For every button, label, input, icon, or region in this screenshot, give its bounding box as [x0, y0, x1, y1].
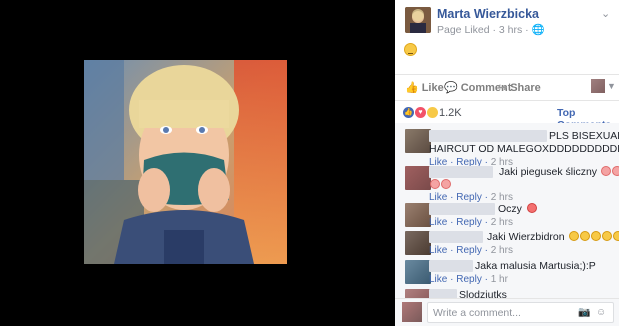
comment-reply-link[interactable]: Reply [456, 217, 482, 228]
like-button[interactable]: 👍 Like [405, 81, 444, 94]
comment-icon: 💬 [444, 82, 458, 94]
share-icon: ↪ [498, 82, 508, 94]
post-photo[interactable] [84, 60, 287, 264]
comment-like-link[interactable]: Like [429, 217, 447, 228]
commenter-name[interactable] [429, 130, 547, 142]
list-item: Jaki piegusek śliczny Like · Reply · 2 h… [395, 166, 619, 204]
avatar[interactable] [405, 260, 431, 284]
viewer-avatar [402, 302, 422, 322]
comment-reply-link[interactable]: Reply [456, 274, 482, 285]
wow-icon[interactable] [427, 107, 438, 118]
post-side-panel: Marta Wierzbicka Page Liked · 3 hrs · 🌐 … [395, 0, 619, 326]
comment-text: Jaka malusia Martusia;):P [475, 260, 596, 272]
chevron-down-icon[interactable]: ⌄ [601, 7, 610, 20]
author-avatar[interactable] [405, 7, 431, 33]
comment-actions: Like · Reply · 2 hrs [429, 217, 513, 228]
commenter-name[interactable] [429, 231, 483, 243]
photo-viewer [0, 0, 395, 326]
globe-icon: 🌐 [531, 24, 545, 36]
comment-text: Oczy [498, 203, 522, 215]
heart-icon [430, 179, 440, 189]
avatar[interactable] [405, 231, 431, 255]
smile-icon [601, 231, 612, 241]
comment-reply-link[interactable]: Reply [456, 245, 482, 256]
list-item: Oczy Like · Reply · 2 hrs [395, 203, 619, 231]
comment-text-row: Oczy [498, 203, 537, 215]
chevron-down-icon[interactable]: ▼ [607, 81, 616, 91]
comment-time: 2 hrs [490, 192, 513, 203]
comment-text-2: HAIRCUT OD MALEGOXDDDDDDDDDDD [429, 143, 619, 155]
thumbs-up-icon: 👍 [405, 82, 419, 94]
avatar[interactable] [405, 289, 431, 298]
comment-time: 2 hrs [490, 217, 513, 228]
smile-emoji-icon [404, 43, 417, 56]
avatar[interactable] [405, 129, 431, 153]
list-item: Slodziutks [395, 289, 619, 298]
comment-like-link[interactable]: Like [429, 245, 447, 256]
comment-input-placeholder: Write a comment... [433, 307, 521, 319]
post-actions: 👍 Like 💬 Comment ↪ Share ▼ [395, 74, 619, 98]
heart-icon [611, 166, 619, 176]
comment-text-row: Jaki Wierzbidron [487, 231, 619, 243]
avatar[interactable] [405, 166, 431, 190]
emoji-icon[interactable]: ☺ [596, 307, 606, 318]
post-header: Marta Wierzbicka Page Liked · 3 hrs · 🌐 … [395, 0, 619, 70]
comment-time: 2 hrs [490, 245, 513, 256]
comment-text: Jaki Wierzbidron [487, 231, 565, 243]
reactions-bar: 👍 ♥ 1.2K Top Comments ▾ [395, 100, 619, 143]
commenter-name[interactable] [429, 289, 457, 298]
smile-icon [612, 231, 619, 241]
comment-actions: Like · Reply · 1 hr [429, 274, 508, 285]
comment-actions: Like · Reply · 2 hrs [429, 245, 513, 256]
viewer-avatar[interactable] [591, 79, 605, 93]
smile-icon [590, 231, 601, 241]
comment-actions: Like · Reply · 2 hrs [429, 192, 513, 203]
comments-list: PLS BISEXUAL HAIRCUT OD MALEGOXDDDDDDDDD… [395, 123, 619, 298]
heart-icon [441, 179, 451, 189]
comment-like-link[interactable]: Like [429, 274, 447, 285]
commenter-name[interactable] [429, 260, 473, 272]
like-label: Like [421, 82, 444, 94]
list-item: PLS BISEXUAL HAIRCUT OD MALEGOXDDDDDDDDD… [395, 127, 619, 168]
avatar[interactable] [405, 203, 431, 227]
smile-icon [579, 231, 590, 241]
share-button[interactable]: ↪ Share [498, 81, 541, 94]
author-name[interactable]: Marta Wierzbicka [437, 7, 539, 21]
list-item: Jaka malusia Martusia;):P Like · Reply ·… [395, 260, 619, 288]
comment-text: Jaki piegusek śliczny [499, 166, 598, 178]
list-item: Jaki Wierzbidron Like · Reply · 2 hrs [395, 231, 619, 259]
comment-text-row: Jaki piegusek śliczny [499, 166, 619, 178]
post-meta-text: Page Liked · 3 hrs · [437, 24, 532, 36]
post-meta: Page Liked · 3 hrs · 🌐 [437, 23, 545, 36]
smile-icon [568, 231, 579, 241]
commenter-name[interactable] [429, 203, 495, 215]
heart-icon [600, 166, 611, 176]
comment-text-emoji [429, 179, 451, 191]
commenter-name[interactable] [429, 166, 493, 178]
comment-composer: Write a comment... 📷 ☺ [395, 298, 619, 326]
comment-text: PLS BISEXUAL [549, 130, 619, 142]
camera-icon[interactable]: 📷 [578, 307, 590, 318]
comment-time: 1 hr [490, 274, 508, 285]
like-icon[interactable]: 👍 [403, 107, 414, 118]
love-icon[interactable]: ♥ [415, 107, 426, 118]
comment-reply-link[interactable]: Reply [456, 192, 482, 203]
comment-input[interactable]: Write a comment... 📷 ☺ [427, 302, 614, 323]
share-label: Share [510, 82, 541, 94]
heart-icon [526, 203, 537, 213]
comment-like-link[interactable]: Like [429, 192, 447, 203]
comment-text: Slodziutks [459, 289, 507, 298]
reaction-count[interactable]: 1.2K [439, 107, 462, 119]
